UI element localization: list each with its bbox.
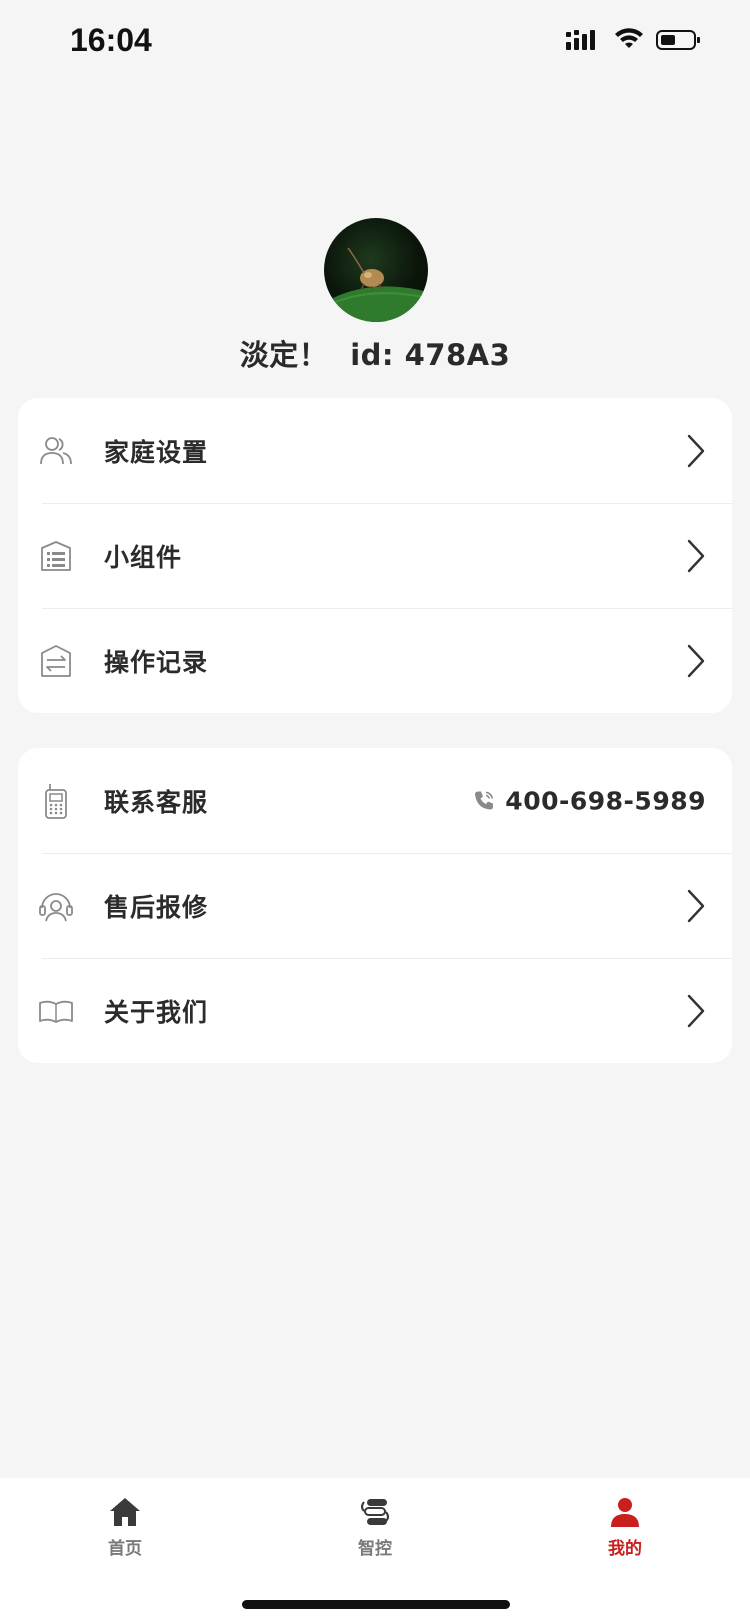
menu-item-label: 小组件 (104, 542, 183, 572)
chevron-right-icon (687, 434, 705, 467)
menu-item-label: 操作记录 (104, 647, 209, 677)
avatar-photo (324, 247, 428, 322)
tab-smart-control[interactable]: 智控 (315, 1496, 435, 1559)
chevron-right-icon (687, 994, 705, 1027)
chevron-right-icon (687, 539, 705, 572)
signal-icon (566, 30, 595, 50)
profile-name-line: 淡定！ id: 478A3 (0, 332, 750, 374)
menu-item-customer-service[interactable]: 联系客服 400-698-5989 (18, 748, 732, 853)
status-icons (566, 28, 702, 52)
avatar[interactable] (324, 218, 428, 322)
menu-item-after-sales-repair[interactable]: 售后报修 (18, 853, 732, 958)
smart-control-icon (361, 1499, 389, 1525)
battery-icon (656, 30, 700, 50)
settings-card: 家庭设置 小组件 操作记录 (18, 398, 732, 713)
nickname: 淡定！ (239, 338, 329, 372)
tab-label: 我的 (608, 1539, 642, 1559)
menu-item-operation-records[interactable]: 操作记录 (18, 608, 732, 713)
menu-item-label: 联系客服 (104, 787, 209, 817)
home-icon (110, 1498, 140, 1526)
support-card: 联系客服 400-698-5989 售后报修 关于我们 (18, 748, 732, 1063)
phone-device-icon (45, 783, 67, 819)
menu-item-widgets[interactable]: 小组件 (18, 503, 732, 608)
family-icon (40, 436, 72, 464)
chevron-right-icon (687, 644, 705, 677)
menu-item-label: 家庭设置 (104, 437, 209, 467)
tab-mine[interactable]: 我的 (565, 1496, 685, 1559)
home-indicator[interactable] (242, 1600, 510, 1609)
tab-home[interactable]: 首页 (65, 1496, 185, 1559)
status-time: 16:04 (70, 22, 152, 58)
phone-number[interactable]: 400-698-5989 (473, 786, 706, 815)
wifi-icon (615, 28, 643, 48)
tab-label: 智控 (358, 1539, 392, 1559)
chevron-right-icon (687, 889, 705, 922)
menu-item-family-settings[interactable]: 家庭设置 (18, 398, 732, 503)
widget-icon (41, 540, 71, 571)
phone-call-icon (475, 791, 494, 810)
support-agent-icon (39, 892, 73, 921)
records-icon (41, 644, 71, 677)
profile-screen: 16:04 淡定！ id: 478A3 家庭设置 小组件 操作记录 联系客服 4… (0, 0, 750, 1623)
user-icon (611, 1498, 639, 1527)
phone-text: 400-698-5989 (505, 786, 706, 815)
menu-item-label: 售后报修 (104, 892, 209, 922)
user-id: id: 478A3 (350, 338, 511, 372)
menu-item-label: 关于我们 (104, 997, 209, 1027)
book-icon (39, 1000, 73, 1023)
tab-label: 首页 (108, 1539, 142, 1559)
menu-item-about-us[interactable]: 关于我们 (18, 958, 732, 1063)
status-bar: 16:04 (0, 0, 750, 90)
